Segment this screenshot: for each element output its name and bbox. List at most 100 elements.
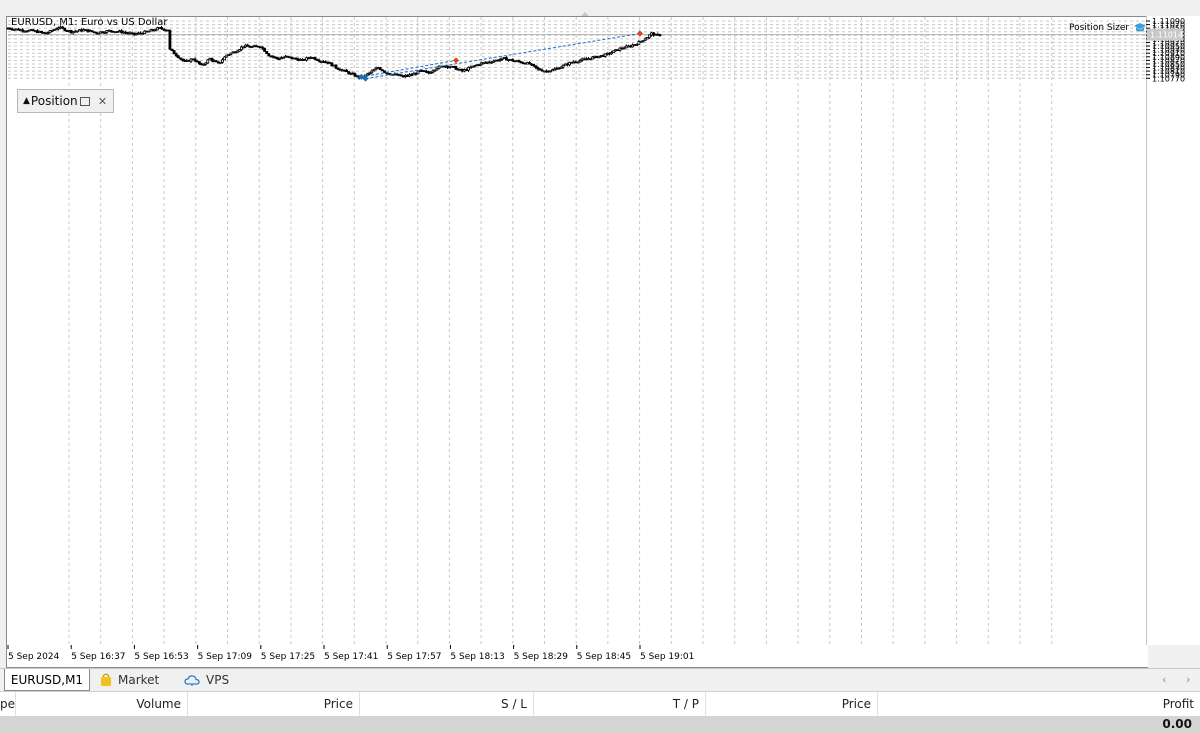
col-volume[interactable]: Volume [16, 692, 188, 716]
restore-window-icon[interactable] [79, 96, 90, 106]
candle-body [189, 58, 193, 62]
candle-body [92, 31, 96, 34]
candle-body [486, 61, 489, 64]
tab-eurusd-m1[interactable]: EURUSD,M1 [4, 669, 90, 691]
candle-body [532, 63, 536, 67]
tab-market[interactable]: Market [100, 669, 159, 690]
candle-body [404, 75, 407, 77]
panel-title: Position [30, 94, 77, 108]
expand-triangle-icon[interactable]: ▲ [23, 96, 30, 106]
candle-body [462, 69, 466, 72]
candle-body [547, 70, 550, 73]
candle-body [637, 41, 641, 45]
close-icon[interactable]: ✕ [98, 95, 107, 108]
candle-body [340, 69, 344, 72]
candle-body [193, 58, 197, 62]
candle-body [52, 29, 56, 31]
col-profit[interactable]: Profit [878, 692, 1200, 716]
candle-body [589, 58, 592, 61]
candle-body [183, 59, 187, 62]
candle-body [635, 44, 639, 46]
candle-body [580, 58, 584, 61]
position-sizer-label[interactable]: Position Sizer [1069, 22, 1147, 33]
candle-body [153, 29, 157, 32]
candle-body [10, 28, 14, 31]
candle-body [450, 65, 454, 68]
candle-body [132, 32, 136, 35]
position-sizer-panel[interactable]: ▲ Position ✕ [17, 89, 114, 113]
candle-body [288, 56, 292, 59]
col-sl[interactable]: S / L [360, 692, 534, 716]
candle-body [441, 65, 445, 68]
candle-body [99, 31, 102, 34]
cloud-icon [184, 674, 200, 686]
candle-body [115, 31, 119, 33]
candle-body [553, 68, 557, 71]
candle-body [435, 67, 439, 71]
candle-body [376, 67, 380, 70]
candle-body [408, 74, 412, 77]
candle-body [338, 68, 342, 71]
candle-body [610, 52, 613, 55]
price-chart[interactable] [0, 16, 1200, 667]
candle-body [225, 54, 229, 58]
candle-body [191, 58, 195, 61]
time-tick-label: 5 Sep 16:37 [71, 652, 125, 662]
candle-body [639, 40, 643, 43]
candle-body [151, 29, 155, 31]
candle-body [181, 58, 184, 61]
candle-body [155, 27, 159, 31]
grid [8, 17, 1146, 644]
bag-icon [101, 673, 111, 686]
candle-body [586, 58, 590, 61]
candle-body [330, 62, 334, 67]
candle-body [63, 27, 67, 31]
candle-body [551, 69, 555, 72]
candle-body [109, 29, 113, 32]
time-tick-label: 5 Sep 18:29 [514, 652, 569, 662]
candle-body [130, 32, 134, 35]
candle-body [240, 46, 243, 51]
candle-body [282, 56, 285, 59]
candle-body [513, 60, 517, 63]
scroll-right-icon[interactable]: › [1186, 673, 1190, 686]
col-price[interactable]: Price [188, 692, 360, 716]
candle-body [343, 69, 346, 72]
candle-body [227, 54, 231, 56]
candle-body [242, 46, 245, 49]
candle-body [15, 28, 18, 31]
candle-body [250, 46, 254, 49]
candle-body [309, 57, 313, 59]
candle-body [290, 56, 294, 60]
candle-body [54, 28, 58, 31]
candle-body [233, 51, 237, 54]
candle-body [221, 59, 224, 63]
candle-body [319, 60, 323, 63]
candle-body [597, 55, 601, 59]
candle-body [296, 58, 300, 61]
candle-body [258, 46, 262, 49]
candle-body [624, 45, 628, 49]
candle-body [223, 56, 226, 61]
candle-body [275, 56, 279, 60]
candle-body [626, 45, 630, 48]
candle-body [479, 62, 483, 66]
col-current-price[interactable]: Price [706, 692, 878, 716]
candle-body [656, 33, 660, 36]
col-type[interactable]: pe [0, 692, 16, 716]
total-row: 0.00 [0, 716, 1200, 733]
candle-body [467, 67, 470, 71]
col-tp[interactable]: T / P [534, 692, 706, 716]
tab-vps[interactable]: VPS [184, 669, 229, 690]
candle-body [622, 47, 626, 50]
candle-body [576, 61, 580, 64]
candle-body [399, 74, 403, 77]
candle-body [557, 67, 561, 70]
time-tick-label: 5 Sep 16:53 [134, 652, 188, 662]
scroll-left-icon[interactable]: ‹ [1162, 673, 1166, 686]
time-tick-label: 5 Sep 17:09 [198, 652, 253, 662]
candle-body [591, 56, 595, 60]
candle-body [326, 61, 330, 64]
candle-body [21, 29, 25, 32]
candle-body [620, 47, 624, 50]
